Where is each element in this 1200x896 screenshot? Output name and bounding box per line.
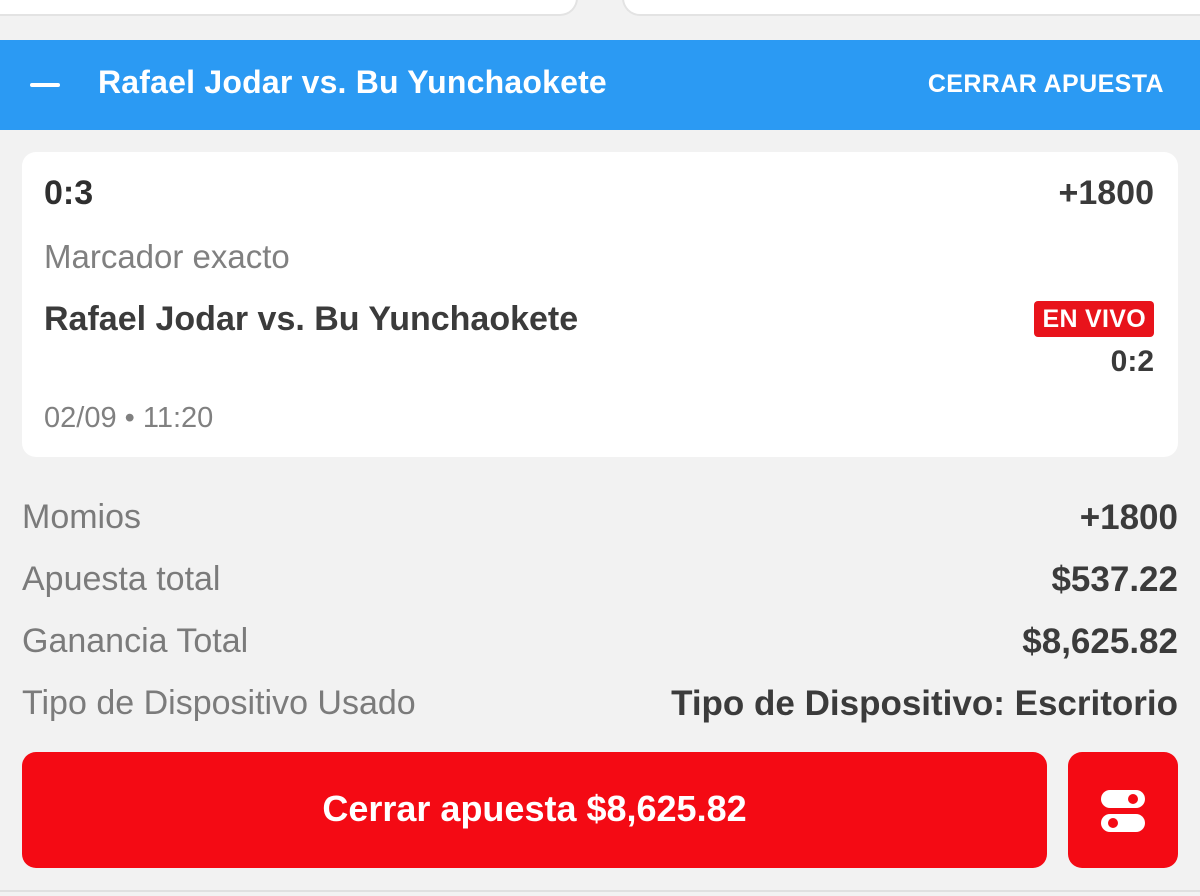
bet-header: Rafael Jodar vs. Bu Yunchaokete CERRAR A… xyxy=(0,40,1200,130)
summary-row-payout: Ganancia Total $8,625.82 xyxy=(22,614,1178,676)
summary-row-stake: Apuesta total $537.22 xyxy=(22,552,1178,614)
previous-card-left xyxy=(0,0,578,16)
summary-label: Momios xyxy=(22,498,142,536)
bet-summary: Momios +1800 Apuesta total $537.22 Ganan… xyxy=(22,490,1178,738)
summary-label: Tipo de Dispositivo Usado xyxy=(22,684,416,722)
selection-card: 0:3 +1800 Marcador exacto Rafael Jodar v… xyxy=(22,152,1178,457)
summary-value: Tipo de Dispositivo: Escritorio xyxy=(671,684,1178,723)
collapse-button[interactable] xyxy=(16,62,72,108)
summary-value: $537.22 xyxy=(1051,560,1178,599)
selection-event: Rafael Jodar vs. Bu Yunchaokete xyxy=(44,300,579,338)
selection-pick: 0:3 xyxy=(44,174,94,212)
toggle-settings-icon xyxy=(1101,790,1145,832)
previous-card-right xyxy=(622,0,1200,16)
cashout-button-label: Cerrar apuesta $8,625.82 xyxy=(322,788,747,829)
bet-header-title: Rafael Jodar vs. Bu Yunchaokete xyxy=(98,64,607,100)
close-bet-link[interactable]: CERRAR APUESTA xyxy=(928,70,1164,99)
selection-market: Marcador exacto xyxy=(44,238,290,275)
cashout-settings-button[interactable] xyxy=(1068,752,1178,868)
summary-value: $8,625.82 xyxy=(1022,622,1178,661)
divider xyxy=(0,890,1200,892)
summary-label: Ganancia Total xyxy=(22,622,249,660)
minus-icon xyxy=(30,83,60,87)
live-badge: EN VIVO xyxy=(1034,301,1154,337)
summary-label: Apuesta total xyxy=(22,560,221,598)
selection-odds: +1800 xyxy=(1058,174,1155,212)
summary-row-device: Tipo de Dispositivo Usado Tipo de Dispos… xyxy=(22,676,1178,738)
cashout-button[interactable]: Cerrar apuesta $8,625.82 xyxy=(22,752,1047,868)
summary-value: +1800 xyxy=(1079,498,1178,537)
summary-row-odds: Momios +1800 xyxy=(22,490,1178,552)
live-score: 0:2 xyxy=(1110,345,1154,378)
selection-date-time: 02/09 • 11:20 xyxy=(44,402,214,434)
